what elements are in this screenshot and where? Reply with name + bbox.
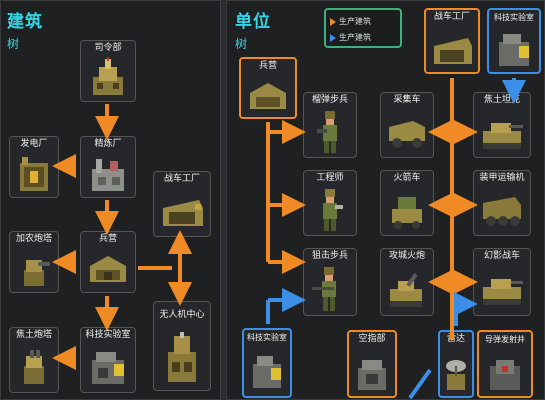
- connector-arrows: [52, 78, 526, 400]
- tech-tree-screen: 建筑 树 司令部 精炼厂 发电厂 兵营 加农炮塔 科技实验室 焦土炮塔 战车工厂…: [0, 0, 545, 400]
